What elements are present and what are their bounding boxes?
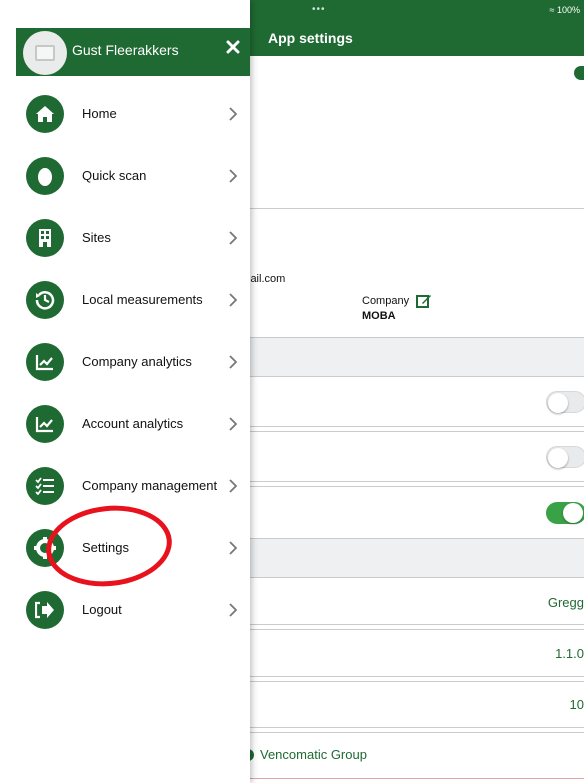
row-divider <box>248 629 584 630</box>
section-divider <box>248 208 584 209</box>
email-text: iail.com <box>248 273 286 285</box>
brand-name: Vencomatic Group <box>260 747 367 762</box>
menu-item-label: Quick scan <box>82 168 147 183</box>
setting-toggle-1[interactable] <box>546 391 584 413</box>
footer-line <box>248 778 584 779</box>
image-placeholder-icon <box>35 45 55 61</box>
chevron-right-icon <box>229 479 237 493</box>
drawer-header: Gust Fleerakkers <box>16 28 250 76</box>
menu-item-company-analytics[interactable]: Company analytics <box>0 337 250 387</box>
row-divider <box>248 676 584 677</box>
row-divider <box>248 431 584 432</box>
chart-icon <box>26 405 64 443</box>
menu-item-label: Logout <box>82 602 122 617</box>
section-band <box>248 337 584 377</box>
screen: ••• ≈ 100% App settings iail.com Company… <box>0 0 584 783</box>
chart-icon <box>26 343 64 381</box>
chevron-right-icon <box>229 231 237 245</box>
menu-item-label: Account analytics <box>82 416 184 431</box>
menu-item-company-management[interactable]: Company management <box>0 461 250 511</box>
setting-value-1[interactable]: Gregg <box>548 595 584 610</box>
chevron-right-icon <box>229 541 237 555</box>
status-dots: ••• <box>312 4 326 15</box>
building-icon <box>26 219 64 257</box>
chevron-right-icon <box>229 107 237 121</box>
app-settings-screen: ••• ≈ 100% App settings iail.com Company… <box>248 0 584 783</box>
brand-footer: Vencomatic Group <box>248 747 367 762</box>
battery-indicator: ≈ 100% <box>549 5 580 15</box>
chevron-right-icon <box>229 293 237 307</box>
chevron-right-icon <box>229 169 237 183</box>
drop-icon <box>26 157 64 195</box>
company-label: Company <box>362 295 410 307</box>
menu-item-logout[interactable]: Logout <box>0 585 250 635</box>
setting-value-3[interactable]: 10 <box>570 697 584 712</box>
user-name: Gust Fleerakkers <box>72 42 179 58</box>
menu-item-account-analytics[interactable]: Account analytics <box>0 399 250 449</box>
section-band <box>248 538 584 578</box>
setting-toggle-2[interactable] <box>546 446 584 468</box>
menu-item-label: Company analytics <box>82 354 192 369</box>
row-divider <box>248 486 584 487</box>
row-divider <box>248 624 584 625</box>
avatar[interactable] <box>23 31 67 75</box>
menu-item-label: Home <box>82 106 117 121</box>
checklist-icon <box>26 467 64 505</box>
row-divider <box>248 481 584 482</box>
menu-item-quick-scan[interactable]: Quick scan <box>0 151 250 201</box>
menu-item-label: Company management <box>82 478 218 493</box>
company-value: MOBA <box>362 310 396 322</box>
globe-icon[interactable] <box>574 66 584 80</box>
chevron-right-icon <box>229 603 237 617</box>
menu-item-sites[interactable]: Sites <box>0 213 250 263</box>
chevron-right-icon <box>229 355 237 369</box>
menu-item-label: Sites <box>82 230 111 245</box>
setting-toggle-3[interactable] <box>546 502 584 524</box>
app-header: ••• ≈ 100% App settings <box>248 0 584 56</box>
row-divider <box>248 727 584 728</box>
home-icon <box>26 95 64 133</box>
setting-value-2[interactable]: 1.1.0 <box>555 646 584 661</box>
chevron-right-icon <box>229 417 237 431</box>
menu-item-home[interactable]: Home <box>0 89 250 139</box>
page-title: App settings <box>268 30 353 46</box>
row-divider <box>248 732 584 733</box>
row-divider <box>248 681 584 682</box>
menu-item-label: Local measurements <box>82 292 203 307</box>
row-divider <box>248 426 584 427</box>
menu-item-local-measurements[interactable]: Local measurements <box>0 275 250 325</box>
close-icon[interactable] <box>223 37 243 57</box>
logout-icon <box>26 591 64 629</box>
edit-icon[interactable] <box>416 293 432 309</box>
navigation-drawer: Gust Fleerakkers Home Quick scan Sites L… <box>0 0 250 783</box>
history-icon <box>26 281 64 319</box>
drawer-top-spacer <box>0 0 250 20</box>
